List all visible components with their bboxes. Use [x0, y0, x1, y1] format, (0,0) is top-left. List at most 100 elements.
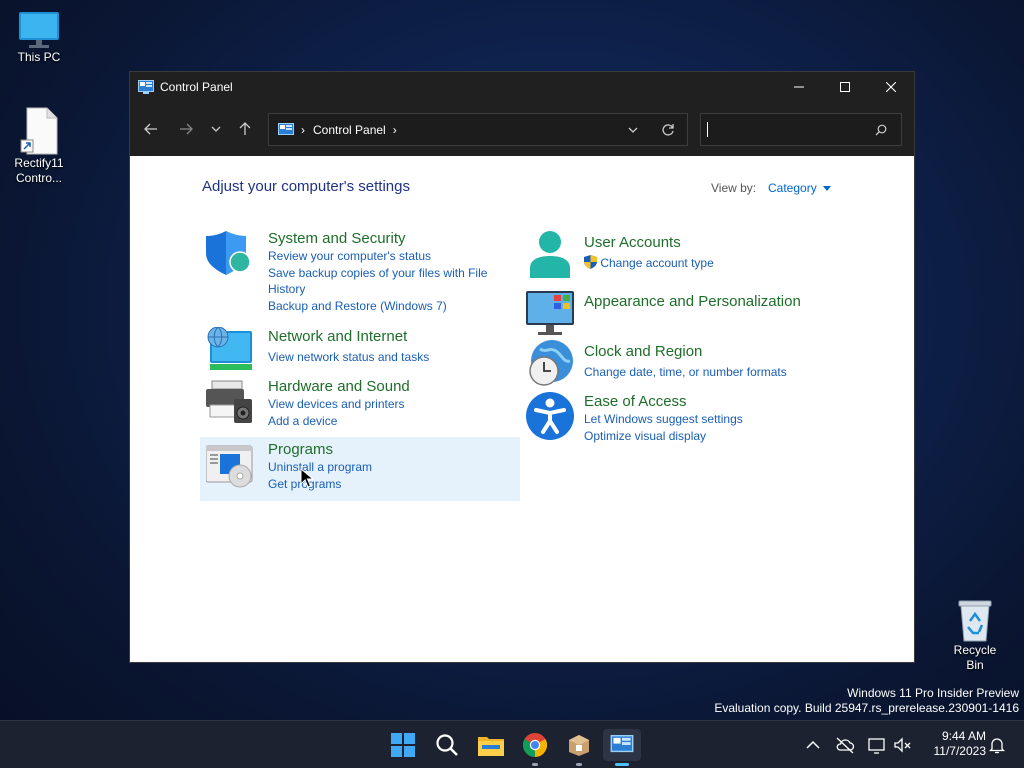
refresh-icon[interactable] [661, 123, 675, 137]
recent-locations-button[interactable] [204, 117, 228, 141]
file-shortcut-icon [20, 107, 58, 155]
notifications-button[interactable] [987, 735, 1007, 755]
link-review-status[interactable]: Review your computer's status [268, 248, 518, 265]
page-title: Adjust your computer's settings [202, 178, 410, 195]
navigation-bar: › Control Panel › [130, 101, 914, 156]
clock-globe-icon [529, 340, 573, 386]
chrome-icon [523, 733, 547, 757]
caret-down-icon [823, 186, 832, 191]
search-icon [436, 734, 458, 756]
network-status[interactable] [867, 735, 887, 755]
package-app-button[interactable] [563, 729, 595, 766]
link-devices-printers[interactable]: View devices and printers [268, 396, 518, 413]
title-bar[interactable]: Control Panel [130, 72, 914, 101]
link-windows-suggest[interactable]: Let Windows suggest settings [584, 411, 834, 428]
category-title[interactable]: Programs [268, 440, 518, 459]
category-title[interactable]: System and Security [268, 229, 518, 248]
control-panel-taskbar-button[interactable] [603, 729, 641, 766]
watermark-line2: Evaluation copy. Build 25947.rs_prerelea… [714, 701, 1019, 715]
clock-date: 11/7/2023 [933, 744, 987, 758]
breadcrumb-control-panel[interactable]: Control Panel [313, 123, 386, 137]
search-button[interactable] [431, 729, 463, 761]
folder-icon [478, 737, 504, 756]
link-label[interactable]: Change account type [600, 256, 713, 270]
category-title[interactable]: Hardware and Sound [268, 377, 518, 396]
watermark-line1: Windows 11 Pro Insider Preview [847, 686, 1019, 700]
link-file-history[interactable]: Save backup copies of your files with Fi… [268, 265, 498, 298]
show-hidden-icons-button[interactable] [803, 735, 823, 755]
shield-icon [206, 231, 251, 275]
category-title[interactable]: Appearance and Personalization [584, 292, 834, 311]
link-backup-restore[interactable]: Backup and Restore (Windows 7) [268, 298, 518, 315]
view-by-label: View by: [711, 181, 757, 195]
volume-muted-icon [894, 737, 911, 753]
control-panel-icon [610, 735, 634, 753]
arrow-left-icon [144, 123, 157, 135]
chevron-up-icon [806, 740, 820, 749]
desktop-icon-label: This PC [17, 50, 61, 64]
arrow-up-icon [239, 122, 251, 135]
control-panel-icon [138, 79, 154, 94]
package-icon [569, 735, 589, 756]
search-icon[interactable] [875, 124, 887, 136]
taskbar: 9:44 AM 11/7/2023 [0, 720, 1024, 768]
search-input[interactable] [700, 113, 902, 146]
link-date-time-formats[interactable]: Change date, time, or number formats [584, 364, 834, 381]
category-title[interactable]: Network and Internet [268, 327, 518, 346]
windows-logo-icon [391, 733, 415, 757]
category-title[interactable]: Clock and Region [584, 342, 834, 361]
control-panel-content: Adjust your computer's settings View by:… [130, 156, 914, 662]
control-panel-window: Control Panel › Control Panel › Adjust y… [129, 71, 915, 663]
maximize-button[interactable] [822, 72, 868, 101]
appearance-monitor-icon [526, 291, 574, 335]
bell-icon [988, 738, 1006, 754]
printer-speaker-icon [206, 380, 252, 423]
onedrive-status[interactable] [835, 735, 855, 755]
minimize-icon [794, 86, 804, 87]
back-button[interactable] [139, 117, 163, 141]
accessibility-icon [526, 392, 574, 440]
category-title[interactable]: Ease of Access [584, 392, 834, 411]
forward-button[interactable] [174, 117, 198, 141]
user-icon [530, 231, 570, 278]
clock-time: 9:44 AM [941, 729, 986, 743]
chevron-down-icon[interactable] [627, 124, 639, 136]
address-bar[interactable]: › Control Panel › [268, 113, 688, 146]
link-optimize-display[interactable]: Optimize visual display [584, 428, 834, 445]
breadcrumb-separator[interactable]: › [393, 123, 397, 137]
window-title: Control Panel [160, 79, 233, 94]
view-by-dropdown[interactable]: Category [768, 181, 832, 195]
category-title[interactable]: User Accounts [584, 233, 834, 252]
active-indicator [615, 763, 629, 766]
up-button[interactable] [233, 117, 257, 141]
text-cursor [707, 122, 708, 137]
monitor-icon [19, 12, 59, 48]
volume-status[interactable] [893, 735, 913, 755]
control-panel-icon [278, 122, 294, 135]
system-clock[interactable]: 9:44 AM 11/7/2023 [920, 729, 987, 759]
link-change-account-type[interactable]: Change account type [584, 255, 834, 272]
close-icon [886, 81, 896, 92]
breadcrumb-separator[interactable]: › [301, 123, 305, 137]
recycle-bin-icon [958, 600, 992, 642]
desktop-icon-rectify11[interactable]: Rectify11 Contro... [9, 106, 69, 186]
uac-shield-icon [584, 255, 597, 269]
view-by-value[interactable]: Category [768, 181, 817, 195]
chrome-button[interactable] [519, 729, 551, 766]
desktop-icon-this-pc[interactable]: This PC [9, 10, 69, 65]
mouse-cursor-icon [300, 468, 314, 488]
running-indicator [532, 763, 538, 766]
file-explorer-button[interactable] [475, 729, 507, 761]
cloud-offline-icon [836, 737, 855, 754]
arrow-right-icon [180, 123, 193, 135]
close-button[interactable] [868, 72, 914, 101]
desktop-icon-recycle-bin[interactable]: Recycle Bin [945, 597, 1005, 673]
running-indicator [576, 763, 582, 766]
network-globe-icon [207, 327, 252, 370]
link-network-status[interactable]: View network status and tasks [268, 349, 518, 366]
link-add-device[interactable]: Add a device [268, 413, 518, 430]
desktop-icon-label: Rectify11 Contro... [14, 156, 64, 185]
programs-icon [206, 445, 253, 488]
minimize-button[interactable] [776, 72, 822, 101]
start-button[interactable] [387, 729, 419, 761]
